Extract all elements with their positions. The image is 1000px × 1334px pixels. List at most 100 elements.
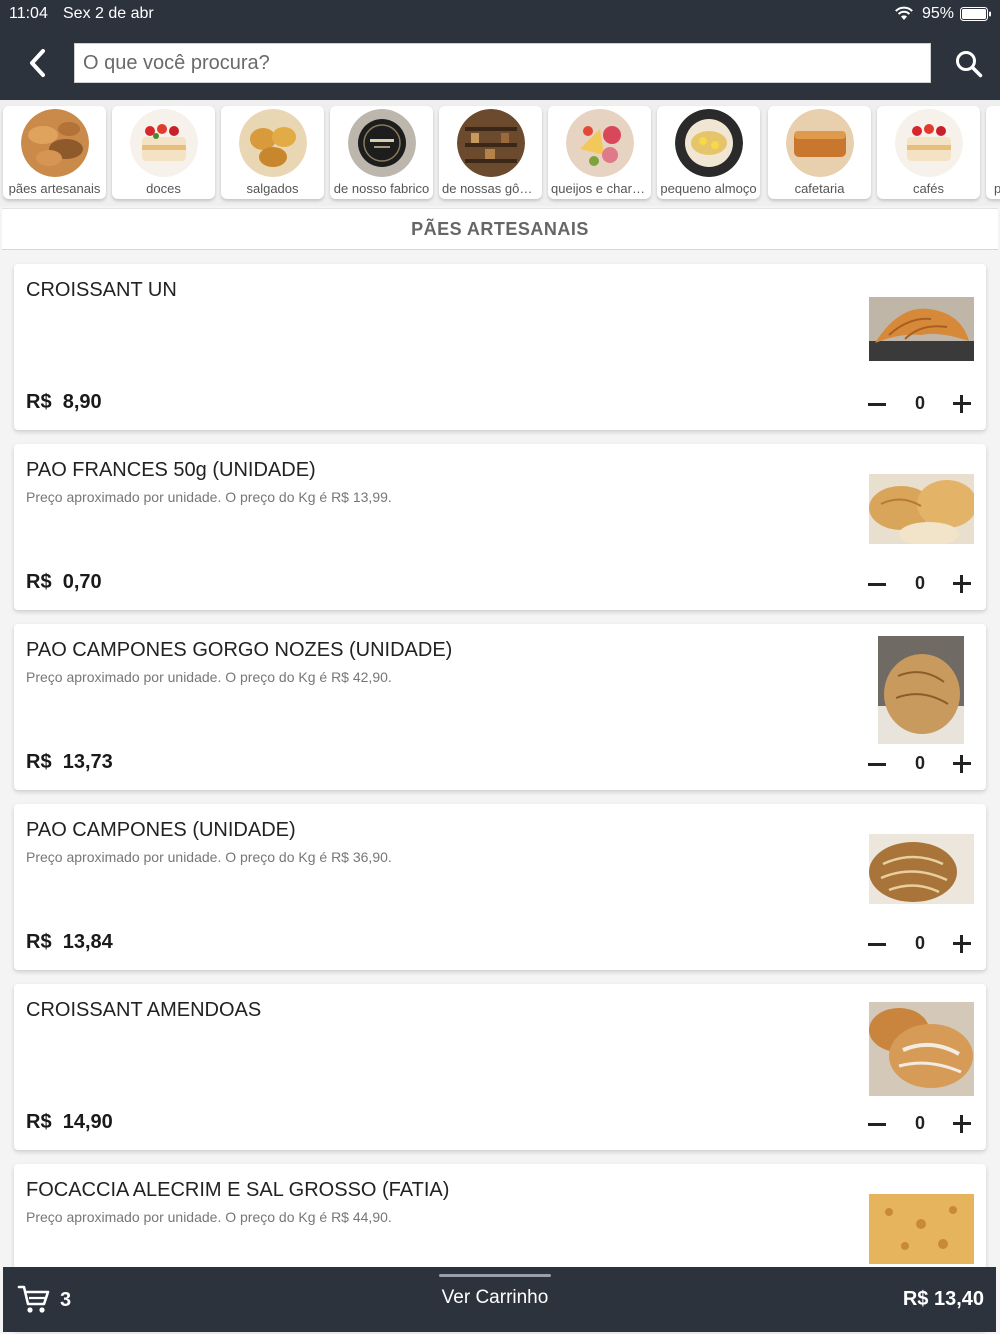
product-card[interactable]: PAO FRANCES 50g (UNIDADE) Preço aproxima… — [14, 444, 986, 610]
product-name: PAO FRANCES 50g (UNIDADE) — [26, 459, 316, 481]
increase-quantity-button[interactable] — [950, 572, 974, 596]
increase-quantity-button[interactable] — [950, 752, 974, 776]
status-time: 11:04 — [9, 5, 48, 22]
header: 11:04 Sex 2 de abr 95% — [0, 0, 1000, 100]
category-salgados[interactable]: salgados — [221, 106, 324, 199]
back-button[interactable] — [20, 44, 54, 82]
category-partial[interactable]: p — [986, 106, 1000, 199]
decrease-quantity-button[interactable] — [866, 392, 888, 416]
category-cafes[interactable]: cafés — [877, 106, 980, 199]
country-bread-image — [878, 636, 964, 744]
increase-quantity-button[interactable] — [950, 932, 974, 956]
category-cafetaria[interactable]: cafetaria — [768, 106, 871, 199]
quantity-value: 0 — [914, 573, 925, 593]
status-date: Sex 2 de abr — [63, 5, 154, 22]
section-header: PÃES ARTESANAIS — [2, 208, 998, 250]
increase-quantity-button[interactable] — [950, 392, 974, 416]
category-label: cafetaria — [794, 181, 845, 196]
french-bread-image — [869, 474, 974, 544]
product-card[interactable]: PAO CAMPONES (UNIDADE) Preço aproximado … — [14, 804, 986, 970]
coffee-cake-icon — [895, 109, 963, 177]
shelves-icon — [457, 109, 525, 177]
category-label: de nosso fabrico — [333, 181, 430, 196]
category-label: cafés — [912, 181, 945, 196]
croissant-image — [869, 297, 974, 361]
category-pequeno-almoco[interactable]: pequeno almoço — [657, 106, 760, 199]
wifi-icon — [895, 6, 913, 20]
decrease-quantity-button[interactable] — [866, 572, 888, 596]
product-description: Preço aproximado por unidade. O preço do… — [26, 669, 392, 685]
product-name: PAO CAMPONES (UNIDADE) — [26, 819, 296, 841]
decrease-quantity-button[interactable] — [866, 752, 888, 776]
product-name: PAO CAMPONES GORGO NOZES (UNIDADE) — [26, 639, 453, 661]
section-title: PÃES ARTESANAIS — [411, 218, 589, 239]
search-icon — [956, 51, 983, 78]
product-card[interactable]: CROISSANT AMENDOAS R$ 14,90 0 — [14, 984, 986, 1150]
price-value: 13,73 — [62, 751, 113, 773]
price-currency: R$ — [26, 391, 52, 413]
category-label: pães artesanais — [8, 181, 101, 196]
price-currency: R$ — [26, 751, 52, 773]
category-de-nossas-gondolas[interactable]: de nossas gôndolas — [439, 106, 542, 199]
cart-item-count: 3 — [60, 1289, 72, 1311]
peasant-bread-image — [869, 834, 974, 904]
cart-total: R$ 13,40 — [902, 1288, 984, 1310]
increase-quantity-button[interactable] — [950, 1112, 974, 1136]
cart-bar: 3 Ver Carrinho R$ 13,40 — [3, 1267, 996, 1332]
category-strip[interactable]: pães artesanais doces salgados de nosso … — [0, 100, 1000, 206]
almond-croissant-image — [869, 1002, 974, 1096]
search-box — [74, 43, 931, 83]
search-button[interactable] — [951, 46, 987, 82]
product-description: Preço aproximado por unidade. O preço do… — [26, 1209, 392, 1225]
battery-percent: 95% — [922, 5, 955, 22]
cheese-board-icon — [566, 109, 634, 177]
bread-basket-icon — [21, 109, 89, 177]
quantity-value: 0 — [914, 753, 925, 773]
product-name: CROISSANT AMENDOAS — [26, 999, 262, 1021]
category-label: de nossas gôndolas — [442, 181, 539, 196]
status-bar: 11:04 Sex 2 de abr 95% — [0, 0, 1000, 28]
price-value: 14,90 — [62, 1111, 113, 1133]
category-paes-artesanais[interactable]: pães artesanais — [3, 106, 106, 199]
product-description: Preço aproximado por unidade. O preço do… — [26, 489, 392, 505]
quantity-value: 0 — [914, 1113, 925, 1133]
category-label: p — [994, 181, 1000, 196]
price-value: 8,90 — [62, 391, 102, 413]
chevron-left-icon — [30, 49, 45, 77]
category-label: doces — [146, 181, 181, 196]
product-card[interactable]: PAO CAMPONES GORGO NOZES (UNIDADE) Preço… — [14, 624, 986, 790]
shopping-cart-icon[interactable] — [17, 1283, 51, 1315]
price-value: 0,70 — [62, 571, 102, 593]
category-queijos-charcutaria[interactable]: queijos e charcutaria — [548, 106, 651, 199]
breakfast-icon — [675, 109, 743, 177]
drag-handle[interactable] — [439, 1274, 551, 1277]
price-currency: R$ — [26, 1111, 52, 1133]
cake-icon — [130, 109, 198, 177]
decrease-quantity-button[interactable] — [866, 1112, 888, 1136]
search-input[interactable] — [83, 44, 930, 82]
category-de-nosso-fabrico[interactable]: de nosso fabrico — [330, 106, 433, 199]
product-price: R$ 13,73 — [26, 751, 113, 774]
category-label: salgados — [246, 181, 299, 196]
category-doces[interactable]: doces — [112, 106, 215, 199]
category-label: queijos e charcutaria — [551, 181, 648, 196]
battery-icon — [960, 7, 991, 21]
view-cart-button[interactable]: Ver Carrinho — [393, 1287, 597, 1315]
savory-snacks-icon — [239, 109, 307, 177]
price-currency: R$ — [26, 571, 52, 593]
product-price: R$ 14,90 — [26, 1111, 113, 1134]
pastry-icon — [786, 109, 854, 177]
product-price: R$ 13,84 — [26, 931, 113, 954]
quantity-value: 0 — [914, 393, 925, 413]
product-name: CROISSANT UN — [26, 279, 177, 301]
price-value: 13,84 — [62, 931, 113, 953]
product-price: R$ 8,90 — [26, 391, 102, 414]
jar-icon — [348, 109, 416, 177]
decrease-quantity-button[interactable] — [866, 932, 888, 956]
app-root: 11:04 Sex 2 de abr 95% O que você procur… — [0, 0, 1000, 1334]
product-description: Preço aproximado por unidade. O preço do… — [26, 849, 392, 865]
product-card[interactable]: CROISSANT UN R$ 8,90 0 — [14, 264, 986, 430]
price-currency: R$ — [26, 931, 52, 953]
product-price: R$ 0,70 — [26, 571, 102, 594]
focaccia-image — [869, 1194, 974, 1264]
